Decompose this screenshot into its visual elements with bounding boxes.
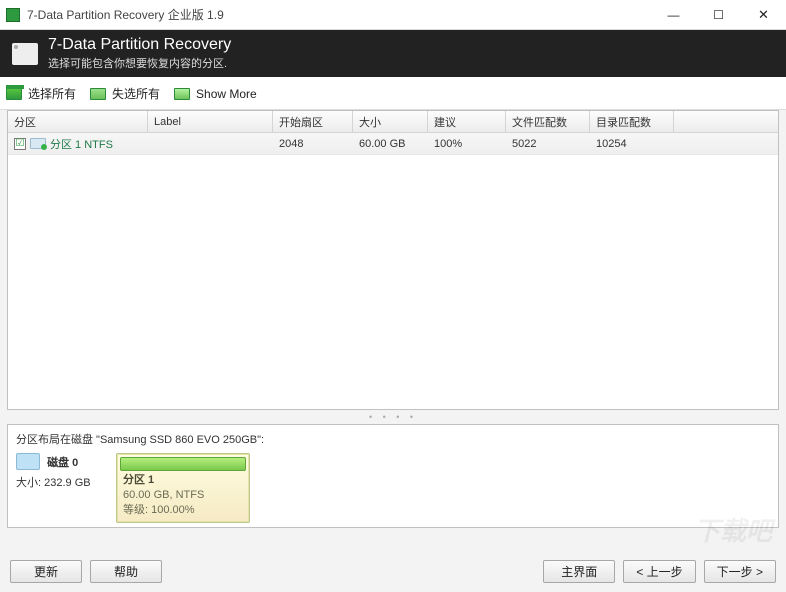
col-label[interactable]: Label (148, 111, 273, 132)
partition-box-line1: 60.00 GB, NTFS (123, 488, 243, 503)
cell-file-matches: 5022 (506, 138, 590, 150)
partition-box[interactable]: 分区 1 60.00 GB, NTFS 等级: 100.00% (116, 453, 250, 523)
close-button[interactable]: ✕ (741, 0, 786, 30)
toolbar: 选择所有 失选所有 Show More (0, 77, 786, 110)
show-more-icon (174, 88, 190, 100)
disk-icon (12, 43, 38, 65)
header-heading: 7-Data Partition Recovery (48, 36, 231, 54)
col-size[interactable]: 大小 (353, 111, 428, 132)
select-all-icon (6, 88, 22, 100)
splitter-handle[interactable]: • • • • (0, 412, 786, 422)
disk-size-label: 大小: (16, 477, 41, 489)
deselect-all-button[interactable]: 失选所有 (90, 85, 160, 102)
app-icon (6, 8, 20, 22)
cell-start-sector: 2048 (273, 138, 353, 150)
partition-box-grade-value: 100.00% (151, 504, 194, 516)
next-button[interactable]: 下一步 > (704, 560, 776, 583)
partition-name: 分区 1 NTFS (50, 136, 113, 152)
deselect-all-label: 失选所有 (112, 85, 160, 102)
partition-box-title: 分区 1 (123, 473, 243, 488)
col-dir-matches[interactable]: 目录匹配数 (590, 111, 674, 132)
partition-usage-bar (120, 457, 246, 471)
partition-box-grade-label: 等级: (123, 504, 148, 516)
disk-name: 磁盘 0 (47, 454, 78, 470)
row-checkbox[interactable]: ☑ (14, 138, 26, 150)
show-more-label: Show More (196, 87, 257, 101)
prev-button[interactable]: < 上一步 (623, 560, 695, 583)
disk-layout-panel: 分区布局在磁盘 "Samsung SSD 860 EVO 250GB": 磁盘 … (7, 424, 779, 528)
help-button[interactable]: 帮助 (90, 560, 162, 583)
title-bar: 7-Data Partition Recovery 企业版 1.9 — ☐ ✕ (0, 0, 786, 30)
table-row[interactable]: ☑ 分区 1 NTFS 2048 60.00 GB 100% 5022 1025… (8, 133, 778, 155)
select-all-button[interactable]: 选择所有 (6, 85, 76, 102)
layout-title: 分区布局在磁盘 "Samsung SSD 860 EVO 250GB": (16, 431, 770, 447)
disk-icon (16, 453, 40, 470)
minimize-button[interactable]: — (651, 0, 696, 30)
partition-table: 分区 Label 开始扇区 大小 建议 文件匹配数 目录匹配数 ☑ 分区 1 N… (7, 110, 779, 410)
app-header: 7-Data Partition Recovery 选择可能包含你想要恢复内容的… (0, 30, 786, 77)
cell-size: 60.00 GB (353, 138, 428, 150)
show-more-button[interactable]: Show More (174, 87, 257, 101)
maximize-button[interactable]: ☐ (696, 0, 741, 30)
disk-summary: 磁盘 0 大小: 232.9 GB (16, 453, 106, 490)
disk-size-value: 232.9 GB (44, 477, 90, 489)
select-all-label: 选择所有 (28, 85, 76, 102)
deselect-all-icon (90, 88, 106, 100)
table-header: 分区 Label 开始扇区 大小 建议 文件匹配数 目录匹配数 (8, 111, 778, 133)
col-file-matches[interactable]: 文件匹配数 (506, 111, 590, 132)
col-suggestion[interactable]: 建议 (428, 111, 506, 132)
window-title: 7-Data Partition Recovery 企业版 1.9 (27, 6, 224, 23)
cell-dir-matches: 10254 (590, 138, 674, 150)
main-button[interactable]: 主界面 (543, 560, 615, 583)
col-start-sector[interactable]: 开始扇区 (273, 111, 353, 132)
bottom-bar: 更新 帮助 主界面 < 上一步 下一步 > (0, 556, 786, 586)
refresh-button[interactable]: 更新 (10, 560, 82, 583)
drive-icon (30, 138, 46, 149)
col-partition[interactable]: 分区 (8, 111, 148, 132)
cell-suggestion: 100% (428, 138, 506, 150)
header-subheading: 选择可能包含你想要恢复内容的分区. (48, 55, 231, 71)
